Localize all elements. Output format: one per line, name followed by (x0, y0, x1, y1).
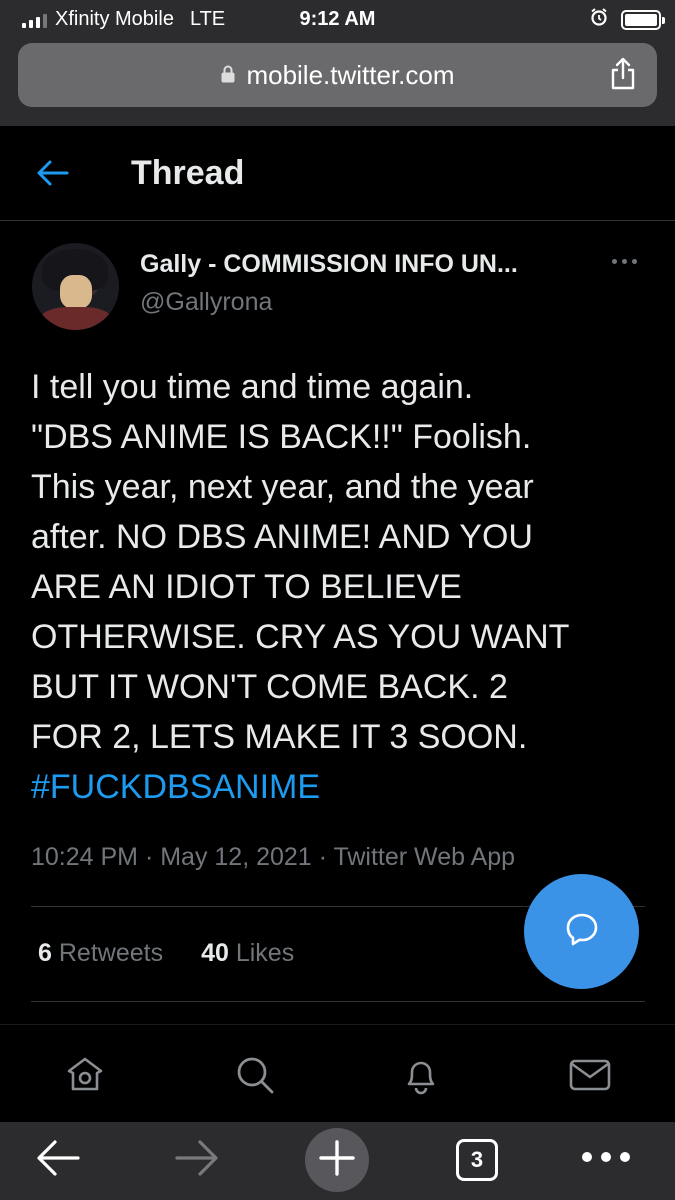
likes-label: Likes (235, 939, 295, 967)
user-handle[interactable]: @Gallyrona (140, 288, 272, 317)
search-icon[interactable] (233, 1053, 277, 1102)
more-options-icon[interactable] (612, 259, 637, 264)
browser-chrome-top: Xfinity Mobile LTE 9:12 AM mobile.twitte… (0, 0, 675, 126)
messages-icon[interactable] (568, 1053, 612, 1102)
url-domain: mobile.twitter.com (246, 59, 455, 90)
retweets-label: Retweets (58, 939, 164, 967)
page-title: Thread (131, 154, 245, 192)
divider (31, 1001, 645, 1002)
tweet-text-line: This year, next year, and the year (31, 468, 534, 506)
tweet-text-line: BUT IT WON'T COME BACK. 2 (31, 668, 508, 706)
tweet-text: I tell you time and time again. "DBS ANI… (31, 362, 646, 812)
lock-icon (220, 60, 236, 91)
share-icon[interactable] (609, 57, 637, 98)
battery-icon (621, 10, 665, 30)
alarm-icon (589, 7, 609, 33)
display-name[interactable]: Gally - COMMISSION INFO UN... (140, 250, 518, 279)
likes-count: 40 (201, 939, 229, 967)
tweet-text-line: OTHERWISE. CRY AS YOU WANT (31, 618, 570, 656)
notifications-icon[interactable] (399, 1053, 443, 1102)
status-time: 9:12 AM (299, 8, 376, 30)
avatar[interactable] (32, 243, 119, 330)
tweet-text-line: "DBS ANIME IS BACK!!" Foolish. (31, 418, 532, 456)
url-bar[interactable]: mobile.twitter.com (18, 43, 657, 107)
tweet-text-line: after. NO DBS ANIME! AND YOU (31, 518, 533, 556)
tweet-stats: 6 Retweets 40 Likes (38, 939, 294, 968)
plus-icon (317, 1138, 357, 1183)
retweets-count: 6 (38, 939, 52, 967)
browser-toolbar: 3 (0, 1122, 675, 1200)
home-icon[interactable] (63, 1053, 107, 1102)
back-arrow-icon[interactable] (36, 158, 70, 193)
more-menu-icon[interactable] (582, 1152, 630, 1162)
tweet-text-line: FOR 2, LETS MAKE IT 3 SOON. (31, 718, 528, 756)
hashtag-link[interactable]: #FUCKDBSANIME (31, 762, 646, 812)
browser-forward-icon[interactable] (174, 1138, 220, 1183)
reply-bubble-icon (563, 910, 601, 953)
bottom-tab-bar (0, 1024, 675, 1122)
tweet-text-line: I tell you time and time again. (31, 368, 474, 406)
reply-fab-button[interactable] (524, 874, 639, 989)
thread-header: Thread (0, 126, 675, 221)
tabs-count-button[interactable]: 3 (456, 1139, 498, 1181)
retweets-stat[interactable]: 6 Retweets (38, 939, 163, 968)
browser-back-icon[interactable] (35, 1138, 81, 1183)
new-tab-button[interactable] (305, 1128, 369, 1192)
likes-stat[interactable]: 40 Likes (201, 939, 294, 968)
tweet-text-line: ARE AN IDIOT TO BELIEVE (31, 568, 462, 606)
status-bar: Xfinity Mobile LTE 9:12 AM (0, 0, 675, 38)
tweet-meta: 10:24 PM · May 12, 2021 · Twitter Web Ap… (31, 843, 516, 871)
